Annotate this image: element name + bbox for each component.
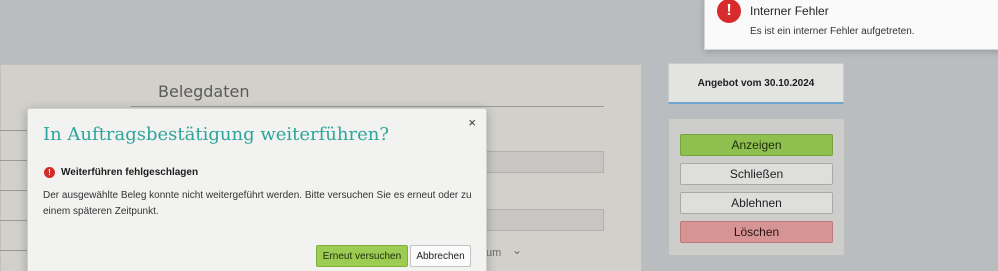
- divider: [0, 160, 27, 161]
- show-button[interactable]: Anzeigen: [680, 134, 833, 156]
- divider: [0, 130, 27, 131]
- close-button[interactable]: Schließen: [680, 163, 833, 185]
- offer-label: Angebot vom 30.10.2024: [697, 77, 815, 89]
- exclamation-circle-icon: !: [717, 0, 741, 23]
- exclamation-circle-icon: !: [44, 167, 55, 178]
- cancel-button[interactable]: Abbrechen: [410, 245, 471, 267]
- dialog-title: In Auftragsbestätigung weiterführen?: [43, 124, 389, 145]
- section-title: Belegdaten: [158, 82, 250, 101]
- error-message: Der ausgewählte Beleg konnte nicht weite…: [43, 190, 472, 217]
- bg-input-field[interactable]: [486, 151, 604, 173]
- toast-title: Interner Fehler: [750, 4, 829, 18]
- toast-message: Es ist ein interner Fehler aufgetreten.: [750, 26, 915, 37]
- divider: [0, 190, 27, 191]
- divider: [0, 250, 27, 251]
- error-toast: ! Interner Fehler Es ist ein interner Fe…: [704, 0, 998, 50]
- divider: [0, 220, 27, 221]
- bg-field-label: um: [486, 247, 502, 259]
- actions-panel: Anzeigen Schließen Ablehnen Löschen: [668, 118, 845, 256]
- offer-card[interactable]: Angebot vom 30.10.2024: [668, 63, 844, 104]
- error-heading: ! Weiterführen fehlgeschlagen: [44, 167, 198, 178]
- error-title: Weiterführen fehlgeschlagen: [61, 167, 199, 178]
- divider: [131, 106, 604, 107]
- continue-dialog: In Auftragsbestätigung weiterführen? × !…: [27, 108, 487, 271]
- retry-button[interactable]: Erneut versuchen: [316, 245, 408, 267]
- delete-button[interactable]: Löschen: [680, 221, 833, 243]
- reject-button[interactable]: Ablehnen: [680, 192, 833, 214]
- close-icon[interactable]: ×: [468, 115, 476, 130]
- chevron-down-icon[interactable]: ⌄: [512, 243, 522, 257]
- bg-input-field[interactable]: [486, 209, 604, 231]
